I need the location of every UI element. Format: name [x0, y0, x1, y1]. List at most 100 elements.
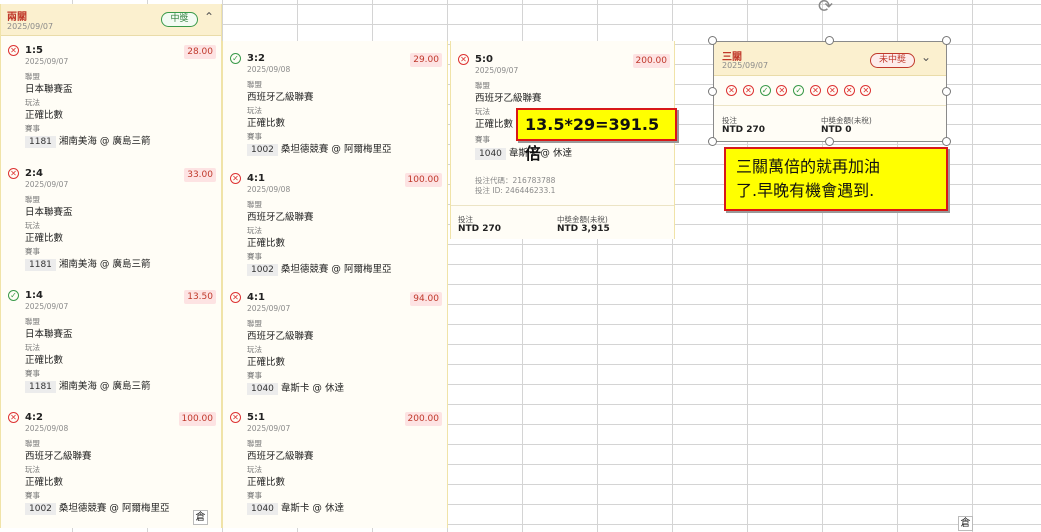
bet-card-header[interactable]: 兩關 2025/09/07 中獎 ⌃ — [1, 4, 221, 36]
bet-card-legs-continued: ✓ 3:2 2025/09/08 29.00 聯盟 西班牙乙級聯賽 玩法 正確比… — [222, 41, 448, 528]
match-code: 1002 — [247, 144, 278, 156]
bet-leg: ✓ 3:2 2025/09/08 29.00 聯盟 西班牙乙級聯賽 玩法 正確比… — [230, 53, 442, 163]
league-value: 日本聯賽盃 — [25, 329, 73, 340]
match-code: 1002 — [247, 264, 278, 276]
league-value: 西班牙乙級聯賽 — [247, 92, 314, 103]
match-value: 1181 湘南美海 @ 廣島三箭 — [25, 378, 150, 393]
match-code: 1181 — [25, 259, 56, 271]
match-teams: 湘南美海 @ 廣島三箭 — [58, 381, 151, 392]
play-value: 正確比數 — [247, 118, 286, 129]
league-value: 西班牙乙級聯賽 — [475, 93, 542, 104]
match-value: 1040 韋斯卡 @ 休達 — [247, 500, 344, 515]
match-value: 1002 桑坦德競賽 @ 阿爾梅里亞 — [247, 261, 391, 276]
paste-options-icon[interactable]: 倉 — [958, 516, 973, 531]
stake-value: NTD 270 — [458, 224, 502, 234]
lose-icon: ✕ — [458, 54, 469, 65]
match-code: 1040 — [247, 503, 278, 515]
match-teams: 桑坦德競賽 @ 阿爾梅里亞 — [280, 144, 392, 155]
resize-handle-e[interactable] — [942, 87, 951, 96]
lose-icon: ✕ — [230, 412, 241, 423]
resize-handle-se[interactable] — [942, 137, 951, 146]
leg-odds: 29.00 — [410, 53, 442, 67]
lose-icon: ✕ — [8, 168, 19, 179]
resize-handle-s[interactable] — [825, 137, 834, 146]
bet-card-two-leg: 兩關 2025/09/07 中獎 ⌃ ✕ 1:5 2025/09/07 28.0… — [0, 4, 222, 528]
leg-date: 2025/09/08 — [247, 185, 291, 194]
leg-odds: 100.00 — [178, 412, 216, 426]
league-value: 西班牙乙級聯賽 — [247, 451, 314, 462]
leg-score: 4:2 — [25, 412, 43, 423]
match-code: 1181 — [25, 136, 56, 148]
leg-odds: 100.00 — [404, 173, 442, 187]
match-teams: 韋斯卡 @ 休達 — [280, 503, 344, 514]
bet-type-title: 兩關 — [7, 12, 27, 23]
match-teams: 桑坦德競賽 @ 阿爾梅里亞 — [58, 503, 170, 514]
paste-options-icon[interactable]: 倉 — [193, 510, 208, 525]
resize-handle-w[interactable] — [708, 87, 717, 96]
leg-odds: 28.00 — [184, 45, 216, 59]
leg-score: 4:1 — [247, 173, 265, 184]
match-value: 1181 湘南美海 @ 廣島三箭 — [25, 256, 150, 271]
play-value: 正確比數 — [25, 233, 64, 244]
leg-odds: 33.00 — [184, 168, 216, 182]
lose-icon: ✕ — [8, 45, 19, 56]
lose-icon: ✕ — [230, 173, 241, 184]
league-value: 西班牙乙級聯賽 — [25, 451, 92, 462]
match-value: 1040 韋斯卡 @ 休達 — [247, 380, 344, 395]
leg-date: 2025/09/08 — [247, 65, 291, 74]
divider — [451, 205, 674, 206]
leg-score: 1:4 — [25, 290, 43, 301]
play-value: 正確比數 — [247, 477, 286, 488]
league-value: 日本聯賽盃 — [25, 207, 73, 218]
resize-handle-ne[interactable] — [942, 36, 951, 45]
comment-line-1: 三關萬倍的就再加油 — [736, 157, 881, 176]
win-icon: ✓ — [8, 290, 19, 301]
match-teams: 湘南美海 @ 廣島三箭 — [58, 136, 151, 147]
match-value: 1040 韋斯卡 @ 休達 — [475, 145, 572, 160]
leg-date: 2025/09/07 — [25, 302, 69, 311]
leg-odds: 13.50 — [184, 290, 216, 304]
bet-leg: ✕ 4:1 2025/09/07 94.00 聯盟 西班牙乙級聯賽 玩法 正確比… — [230, 292, 442, 402]
leg-date: 2025/09/07 — [475, 66, 519, 75]
league-value: 日本聯賽盃 — [25, 84, 73, 95]
play-value: 正確比數 — [247, 357, 286, 368]
bet-leg: ✕ 4:1 2025/09/08 100.00 聯盟 西班牙乙級聯賽 玩法 正確… — [230, 173, 442, 283]
bet-leg: ✓ 1:4 2025/09/07 13.50 聯盟 日本聯賽盃 玩法 正確比數 … — [8, 290, 216, 400]
leg-odds: 200.00 — [632, 54, 670, 68]
bet-leg: ✕ 2:4 2025/09/07 33.00 聯盟 日本聯賽盃 玩法 正確比數 … — [8, 168, 216, 278]
match-teams: 桑坦德競賽 @ 阿爾梅里亞 — [280, 264, 392, 275]
resize-handle-sw[interactable] — [708, 137, 717, 146]
win-icon: ✓ — [230, 53, 241, 64]
leg-odds: 200.00 — [404, 412, 442, 426]
bet-date: 2025/09/07 — [7, 22, 54, 31]
leg-date: 2025/09/07 — [25, 57, 69, 66]
match-value: 1181 湘南美海 @ 廣島三箭 — [25, 133, 150, 148]
odds-calculation-callout: 13.5*29=391.5倍 — [516, 108, 677, 163]
match-code: 1040 — [475, 148, 506, 160]
payout-value: NTD 3,915 — [557, 224, 610, 234]
league-value: 西班牙乙級聯賽 — [247, 331, 314, 342]
leg-score: 3:2 — [247, 53, 265, 64]
play-value: 正確比數 — [25, 355, 64, 366]
bet-leg: ✕ 5:1 2025/09/07 200.00 聯盟 西班牙乙級聯賽 玩法 正確… — [230, 412, 442, 522]
match-value: 1002 桑坦德競賽 @ 阿爾梅里亞 — [247, 141, 391, 156]
leg-score: 5:0 — [475, 54, 493, 65]
chevron-up-icon[interactable]: ⌃ — [204, 10, 214, 24]
leg-date: 2025/09/07 — [247, 304, 291, 313]
resize-handle-nw[interactable] — [708, 36, 717, 45]
rotate-handle-icon[interactable]: ⟳ — [818, 0, 833, 17]
match-label: 賽事 — [475, 135, 490, 144]
match-teams: 韋斯卡 @ 休達 — [280, 383, 344, 394]
match-value: 1002 桑坦德競賽 @ 阿爾梅里亞 — [25, 500, 169, 515]
match-code: 1040 — [247, 383, 278, 395]
leg-score: 4:1 — [247, 292, 265, 303]
lose-icon: ✕ — [8, 412, 19, 423]
leg-score: 1:5 — [25, 45, 43, 56]
play-value: 正確比數 — [247, 238, 286, 249]
bet-id: 投注 ID: 246446233.1 — [475, 186, 556, 195]
resize-handle-n[interactable] — [825, 36, 834, 45]
leg-odds: 94.00 — [410, 292, 442, 306]
leg-score: 5:1 — [247, 412, 265, 423]
play-value: 正確比數 — [25, 477, 64, 488]
match-code: 1002 — [25, 503, 56, 515]
